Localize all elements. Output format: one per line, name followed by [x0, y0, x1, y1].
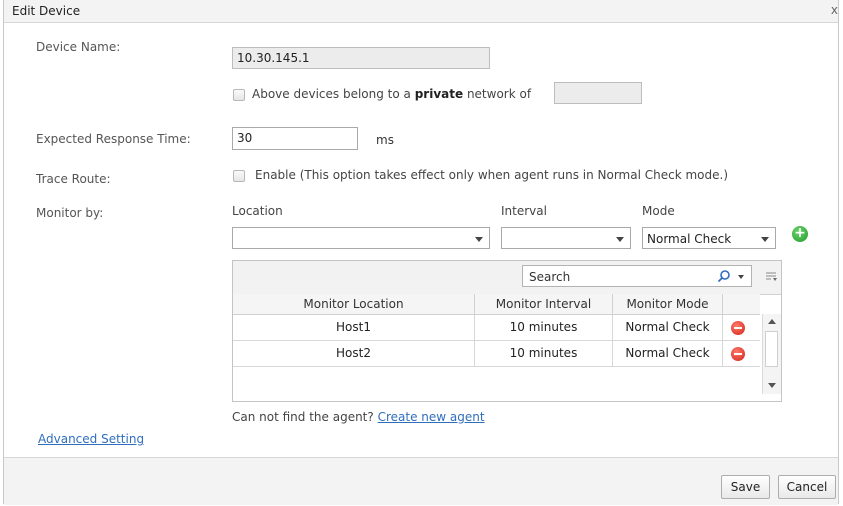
- column-monitor-location[interactable]: Monitor Location: [233, 294, 475, 314]
- edit-device-dialog: Edit Device x Device Name: 10.30.145.1 A…: [3, 0, 839, 505]
- remove-icon[interactable]: [731, 321, 745, 335]
- column-actions: [723, 294, 760, 314]
- scroll-down-icon[interactable]: [768, 383, 776, 388]
- private-network-field[interactable]: [554, 82, 642, 104]
- row-mode: Normal Check: [613, 315, 723, 340]
- search-placeholder: Search: [529, 270, 571, 284]
- column-monitor-interval[interactable]: Monitor Interval: [475, 294, 613, 314]
- device-name-label: Device Name:: [36, 40, 121, 54]
- save-button[interactable]: Save: [721, 475, 770, 499]
- expected-response-input[interactable]: 30: [232, 127, 358, 150]
- agent-hint: Can not find the agent? Create new agent: [232, 410, 485, 424]
- dialog-footer: Save Cancel: [4, 457, 838, 505]
- expected-response-label: Expected Response Time:: [36, 132, 191, 146]
- scroll-thumb[interactable]: [765, 331, 778, 367]
- grid-scrollbar[interactable]: [762, 314, 781, 394]
- search-input[interactable]: Search: [522, 265, 752, 287]
- chevron-down-icon: [475, 237, 483, 242]
- mode-select[interactable]: Normal Check: [642, 227, 776, 249]
- interval-label: Interval: [501, 204, 547, 218]
- private-network-checkbox[interactable]: [233, 89, 245, 101]
- row-location: Host1: [233, 315, 475, 340]
- close-icon[interactable]: x: [831, 3, 838, 17]
- expected-response-unit: ms: [376, 133, 394, 147]
- private-network-label: Above devices belong to a private networ…: [252, 87, 532, 101]
- table-row[interactable]: Host1 10 minutes Normal Check: [233, 315, 760, 341]
- scroll-up-icon[interactable]: [768, 319, 776, 324]
- interval-select[interactable]: [501, 227, 631, 249]
- dialog-titlebar: Edit Device x: [4, 0, 838, 23]
- column-monitor-mode[interactable]: Monitor Mode: [613, 294, 723, 314]
- advanced-setting-link[interactable]: Advanced Setting: [38, 432, 144, 446]
- location-label: Location: [232, 204, 283, 218]
- trace-route-label: Trace Route:: [36, 172, 111, 186]
- table-row[interactable]: Host2 10 minutes Normal Check: [233, 341, 760, 367]
- cancel-button[interactable]: Cancel: [778, 475, 836, 499]
- chevron-down-icon: [761, 237, 769, 242]
- device-name-field: 10.30.145.1: [232, 47, 490, 69]
- monitor-grid: Search Monitor Location Monitor Interval…: [232, 260, 782, 402]
- chevron-down-icon: [616, 237, 624, 242]
- row-actions: [723, 315, 760, 340]
- mode-select-value: Normal Check: [647, 232, 732, 246]
- location-select[interactable]: [232, 227, 490, 249]
- row-mode: Normal Check: [613, 341, 723, 366]
- row-actions: [723, 341, 760, 366]
- row-location: Host2: [233, 341, 475, 366]
- search-icon[interactable]: [717, 269, 731, 283]
- trace-route-text: Enable (This option takes effect only wh…: [255, 168, 728, 182]
- column-settings-icon[interactable]: [765, 271, 777, 283]
- create-new-agent-link[interactable]: Create new agent: [378, 410, 485, 424]
- monitor-by-label: Monitor by:: [36, 206, 104, 220]
- dialog-title: Edit Device: [12, 4, 81, 18]
- row-interval: 10 minutes: [475, 315, 613, 340]
- row-interval: 10 minutes: [475, 341, 613, 366]
- grid-toolbar: Search: [233, 261, 781, 295]
- chevron-down-icon[interactable]: [738, 275, 744, 279]
- add-icon[interactable]: +: [792, 226, 808, 242]
- remove-icon[interactable]: [731, 347, 745, 361]
- grid-header: Monitor Location Monitor Interval Monito…: [233, 294, 760, 315]
- trace-route-checkbox[interactable]: [233, 170, 245, 182]
- mode-label: Mode: [642, 204, 675, 218]
